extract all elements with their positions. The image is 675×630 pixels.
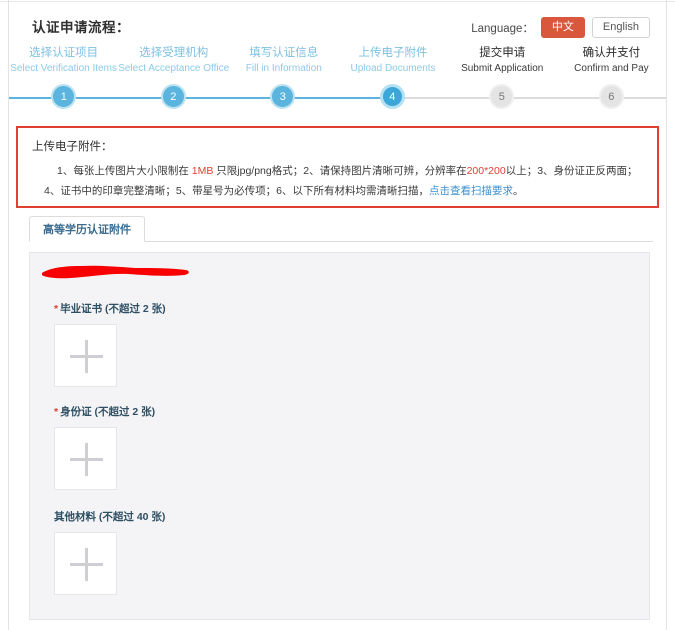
progress-stepper: 选择认证项目 Select Verification Items 选择受理机构 … <box>9 46 666 110</box>
step-1-circle-wrap: 1 <box>9 84 119 109</box>
upload-group-id-card: * 身份证 (不超过 2 张) <box>54 404 155 490</box>
scan-requirements-link[interactable]: 点击查看扫描要求 <box>429 185 513 197</box>
language-switcher: Language： 中文 English <box>471 17 650 39</box>
redaction-mark <box>42 265 189 279</box>
plus-icon-other-v <box>85 548 88 581</box>
notice-min-resolution: 200*200 <box>466 165 506 177</box>
step-4-circle-wrap: 4 <box>338 84 448 109</box>
language-chinese-button[interactable]: 中文 <box>540 17 585 39</box>
page-frame-top <box>0 1 675 2</box>
step-5-circle-wrap: 5 <box>447 84 557 109</box>
step-3-label: 填写认证信息 Fill in Information <box>229 46 338 76</box>
step-1-label-en: Select Verification Items <box>10 63 117 74</box>
upload-group-diploma: * 毕业证书 (不超过 2 张) <box>54 301 166 387</box>
step-2-label: 选择受理机构 Select Acceptance Office <box>118 46 229 76</box>
step-4-label-en: Upload Documents <box>350 63 436 74</box>
application-page: 认证申请流程： Language： 中文 English 选择认证项目 Sele… <box>0 0 675 630</box>
step-4-label: 上传电子附件 Upload Documents <box>338 46 447 76</box>
step-2-circle-wrap: 2 <box>119 84 229 109</box>
step-5-label-cn: 提交申请 <box>479 47 526 59</box>
tab-higher-education-attachments[interactable]: 高等学历认证附件 <box>29 216 145 242</box>
step-3-label-en: Fill in Information <box>245 63 322 74</box>
notice-text-2: 只限jpg/png格式；2、请保持图片清晰可辨，分辨率在 <box>213 165 467 177</box>
attachment-upload-panel: * 毕业证书 (不超过 2 张) * 身份证 (不超过 2 张) 其他材料 (不超过… <box>29 252 650 620</box>
step-2-label-en: Select Acceptance Office <box>118 63 230 74</box>
step-2-circle[interactable]: 2 <box>160 84 186 109</box>
notice-text-4: 。 <box>513 185 524 197</box>
step-5-label: 提交申请 Submit Application <box>448 46 557 76</box>
upload-box-other-materials[interactable] <box>54 532 117 595</box>
upload-label-other-materials: 其他材料 (不超过 40 张) <box>54 509 165 524</box>
required-star-diploma: * <box>54 303 59 315</box>
page-header: 认证申请流程： Language： 中文 English <box>9 8 666 44</box>
step-4-label-cn: 上传电子附件 <box>358 47 428 59</box>
upload-label-diploma: * 毕业证书 (不超过 2 张) <box>54 301 166 316</box>
notice-max-size: 1MB <box>191 165 214 177</box>
upload-notice-box: 上传电子附件： 1、每张上传图片大小限制在 1MB 只限jpg/png格式；2、… <box>16 126 659 208</box>
upload-label-id-card: * 身份证 (不超过 2 张) <box>54 404 155 419</box>
plus-icon-diploma-v <box>85 340 88 373</box>
step-6-label: 确认并支付 Confirm and Pay <box>557 46 666 76</box>
upload-label-id-card-text: 身份证 (不超过 2 张) <box>60 406 156 418</box>
step-6-label-en: Confirm and Pay <box>574 63 649 74</box>
upload-group-other-materials: 其他材料 (不超过 40 张) <box>54 509 165 595</box>
upload-label-diploma-text: 毕业证书 (不超过 2 张) <box>60 303 166 315</box>
upload-box-id-card[interactable] <box>54 427 117 490</box>
step-1-label-cn: 选择认证项目 <box>29 47 99 59</box>
step-3-label-cn: 填写认证信息 <box>249 47 319 59</box>
notice-text-1: 1、每张上传图片大小限制在 <box>57 165 192 177</box>
step-3-circle[interactable]: 3 <box>270 84 296 109</box>
language-english-button[interactable]: English <box>591 17 650 39</box>
plus-icon-id-card-v <box>85 443 88 476</box>
upload-label-other-materials-text: 其他材料 (不超过 40 张) <box>54 511 166 523</box>
upload-box-diploma[interactable] <box>54 324 117 387</box>
step-3-circle-wrap: 3 <box>228 84 338 109</box>
step-labels: 选择认证项目 Select Verification Items 选择受理机构 … <box>9 46 666 76</box>
step-4-circle[interactable]: 4 <box>379 84 405 109</box>
language-label: Language： <box>471 22 534 35</box>
step-2-label-cn: 选择受理机构 <box>139 47 209 59</box>
step-6-circle: 6 <box>598 84 624 109</box>
step-5-circle: 5 <box>489 84 515 109</box>
attachment-tabstrip: 高等学历认证附件 <box>29 216 653 242</box>
page-frame-right <box>666 0 667 630</box>
upload-notice-body: 1、每张上传图片大小限制在 1MB 只限jpg/png格式；2、请保持图片清晰可… <box>44 161 649 201</box>
step-circles: 1 2 3 4 5 6 <box>9 84 666 109</box>
step-5-label-en: Submit Application <box>461 63 544 74</box>
required-star-id-card: * <box>54 406 59 418</box>
page-title: 认证申请流程： <box>32 20 130 35</box>
step-6-label-cn: 确认并支付 <box>582 47 641 59</box>
upload-notice-title: 上传电子附件： <box>32 141 113 153</box>
step-1-label: 选择认证项目 Select Verification Items <box>9 46 118 76</box>
step-1-circle[interactable]: 1 <box>51 84 77 109</box>
step-6-circle-wrap: 6 <box>557 84 667 109</box>
